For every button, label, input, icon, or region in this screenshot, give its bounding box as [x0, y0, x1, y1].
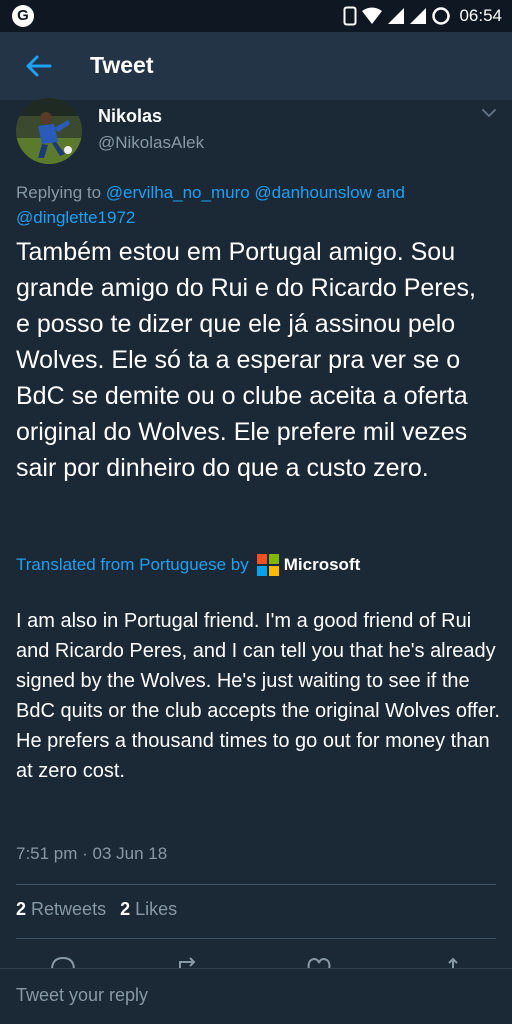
- divider: [16, 884, 496, 885]
- tweet-timestamp: 7:51 pm · 03 Jun 18: [16, 844, 168, 863]
- like-icon[interactable]: [306, 956, 332, 968]
- wifi-icon: [362, 7, 383, 24]
- author-handle[interactable]: @NikolasAlek: [98, 133, 204, 153]
- arrow-left-icon[interactable]: [22, 50, 54, 82]
- mention-link[interactable]: @danhounslow: [254, 183, 371, 202]
- mention-and[interactable]: and: [377, 183, 405, 202]
- reply-icon[interactable]: [50, 956, 76, 968]
- phone-icon: [343, 6, 357, 26]
- divider: [16, 938, 496, 939]
- status-bar: G 06:54: [0, 0, 512, 32]
- replying-to-label: Replying to: [16, 183, 102, 202]
- retweet-icon[interactable]: [176, 956, 202, 968]
- retweets-stat[interactable]: 2 Retweets: [16, 899, 106, 920]
- retweets-label: Retweets: [31, 899, 107, 919]
- retweets-count: 2: [16, 899, 27, 919]
- reply-input[interactable]: Tweet your reply: [16, 985, 148, 1006]
- status-icons: 06:54: [343, 0, 502, 32]
- author-name[interactable]: Nikolas: [98, 106, 162, 127]
- mention-link[interactable]: @ervilha_no_muro: [106, 183, 250, 202]
- share-icon[interactable]: [440, 956, 466, 968]
- clock: 06:54: [459, 6, 502, 25]
- alarm-icon: [432, 7, 451, 25]
- mention-link[interactable]: @dinglette1972: [16, 208, 135, 227]
- chevron-down-icon[interactable]: [480, 104, 498, 122]
- page-title: Tweet: [90, 52, 154, 78]
- avatar[interactable]: [16, 98, 82, 164]
- translation-attribution[interactable]: Translated from Portuguese by Microsoft: [16, 552, 360, 578]
- signal-icon: [388, 8, 405, 24]
- replying-to: Replying to @ervilha_no_muro @danhounslo…: [16, 180, 486, 230]
- microsoft-logo-icon: [256, 554, 279, 576]
- tweet-stats: 2 Retweets 2 Likes: [16, 899, 177, 920]
- tweet-text: Também estou em Portugal amigo. Sou gran…: [16, 238, 476, 482]
- signal-icon: [410, 8, 427, 24]
- translated-text: I am also in Portugal friend. I'm a good…: [16, 610, 500, 782]
- app-bar: Tweet: [0, 32, 512, 100]
- translator-name: Microsoft: [283, 555, 361, 574]
- likes-label: Likes: [135, 899, 178, 919]
- likes-count: 2: [120, 899, 131, 919]
- tweet-actions: [0, 948, 512, 968]
- avatar-image: [16, 98, 82, 164]
- app-notification-icon: G: [12, 5, 34, 27]
- likes-stat[interactable]: 2 Likes: [120, 899, 177, 920]
- translated-label: Translated from Portuguese by: [16, 555, 249, 574]
- reply-composer[interactable]: Tweet your reply: [0, 968, 512, 1024]
